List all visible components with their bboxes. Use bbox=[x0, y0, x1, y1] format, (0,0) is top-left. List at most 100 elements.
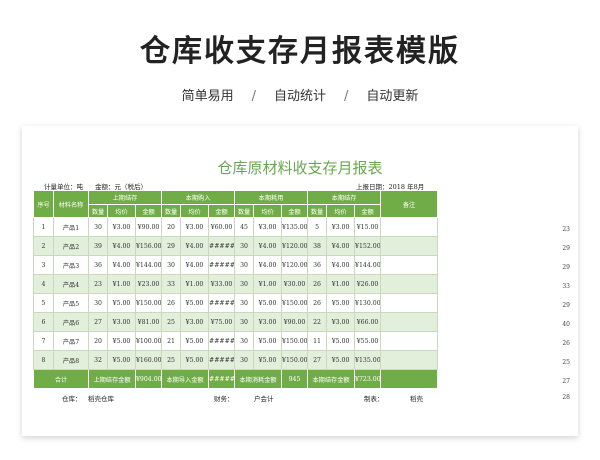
table-cell[interactable]: ¥90.00 bbox=[134, 217, 163, 237]
table-cell[interactable]: ¥120.00 bbox=[281, 236, 309, 256]
table-cell[interactable]: ¥26.00 bbox=[354, 274, 382, 294]
table-cell[interactable]: ¥5.00 bbox=[326, 350, 356, 370]
table-cell[interactable]: ¥100.00 bbox=[134, 331, 163, 351]
table-cell[interactable]: 39 bbox=[88, 236, 108, 256]
table-cell[interactable]: 产品8 bbox=[53, 350, 89, 370]
table-cell[interactable]: ¥150.00 bbox=[134, 293, 163, 313]
table-cell[interactable]: ¥5.00 bbox=[253, 293, 283, 313]
table-cell[interactable] bbox=[380, 255, 439, 275]
table-cell[interactable]: 30 bbox=[234, 331, 255, 351]
table-cell[interactable]: ¥1.00 bbox=[180, 274, 210, 294]
table-cell[interactable]: 产品5 bbox=[53, 293, 89, 313]
table-cell[interactable]: ######## bbox=[208, 350, 236, 370]
table-cell[interactable]: 30 bbox=[88, 293, 108, 313]
table-cell[interactable]: 45 bbox=[234, 217, 255, 237]
table-cell[interactable]: 产品2 bbox=[53, 236, 89, 256]
table-cell[interactable]: ¥135.00 bbox=[281, 217, 309, 237]
table-cell[interactable]: ¥5.00 bbox=[326, 331, 356, 351]
table-cell[interactable]: 20 bbox=[161, 217, 182, 237]
table-cell[interactable]: ¥5.00 bbox=[253, 350, 283, 370]
table-cell[interactable]: ######## bbox=[208, 293, 236, 313]
table-cell[interactable]: 30 bbox=[234, 255, 255, 275]
table-cell[interactable]: 29 bbox=[161, 236, 182, 256]
table-cell[interactable]: ¥3.00 bbox=[180, 217, 210, 237]
table-cell[interactable]: ¥4.00 bbox=[253, 255, 283, 275]
table-cell[interactable]: ¥5.00 bbox=[180, 331, 210, 351]
table-cell[interactable]: ¥3.00 bbox=[107, 312, 136, 332]
table-cell[interactable]: ¥5.00 bbox=[107, 350, 136, 370]
table-cell[interactable]: ¥5.00 bbox=[326, 293, 356, 313]
table-cell[interactable]: 21 bbox=[161, 331, 182, 351]
table-cell[interactable]: ¥4.00 bbox=[180, 255, 210, 275]
table-cell[interactable]: 36 bbox=[307, 255, 328, 275]
table-cell[interactable]: ¥5.00 bbox=[180, 293, 210, 313]
table-cell[interactable]: ¥1.00 bbox=[253, 274, 283, 294]
table-cell[interactable]: 产品7 bbox=[53, 331, 89, 351]
table-cell[interactable]: ¥152.00 bbox=[354, 236, 382, 256]
table-cell[interactable]: 1 bbox=[33, 217, 54, 237]
table-cell[interactable]: ¥3.00 bbox=[180, 312, 210, 332]
table-cell[interactable]: ¥5.00 bbox=[107, 331, 136, 351]
table-cell[interactable]: ¥160.00 bbox=[134, 350, 163, 370]
table-cell[interactable]: 25 bbox=[161, 350, 182, 370]
table-cell[interactable]: 30 bbox=[234, 274, 255, 294]
table-cell[interactable]: 26 bbox=[307, 274, 328, 294]
table-cell[interactable]: ¥33.00 bbox=[208, 274, 236, 294]
table-cell[interactable]: 26 bbox=[307, 293, 328, 313]
table-cell[interactable]: ¥4.00 bbox=[326, 236, 356, 256]
table-cell[interactable]: ¥135.00 bbox=[354, 350, 382, 370]
table-cell[interactable]: ¥66.00 bbox=[354, 312, 382, 332]
table-cell[interactable]: ######## bbox=[208, 331, 236, 351]
table-cell[interactable]: 33 bbox=[161, 274, 182, 294]
table-cell[interactable]: 32 bbox=[88, 350, 108, 370]
table-cell[interactable]: ¥150.00 bbox=[281, 331, 309, 351]
table-cell[interactable]: ¥156.00 bbox=[134, 236, 163, 256]
table-cell[interactable]: 5 bbox=[307, 217, 328, 237]
table-cell[interactable] bbox=[380, 293, 439, 313]
table-cell[interactable]: ¥150.00 bbox=[281, 350, 309, 370]
table-cell[interactable]: ¥60.00 bbox=[208, 217, 236, 237]
table-cell[interactable]: ¥3.00 bbox=[107, 217, 136, 237]
table-cell[interactable]: 30 bbox=[234, 293, 255, 313]
table-cell[interactable]: ¥1.00 bbox=[107, 274, 136, 294]
table-cell[interactable]: ¥120.00 bbox=[281, 255, 309, 275]
table-cell[interactable]: ¥4.00 bbox=[326, 255, 356, 275]
table-cell[interactable] bbox=[380, 331, 439, 351]
table-cell[interactable]: ¥3.00 bbox=[253, 312, 283, 332]
table-cell[interactable]: 27 bbox=[307, 350, 328, 370]
table-cell[interactable]: ¥5.00 bbox=[107, 293, 136, 313]
table-cell[interactable]: 27 bbox=[88, 312, 108, 332]
table-cell[interactable]: ######## bbox=[208, 255, 236, 275]
table-cell[interactable]: 产品1 bbox=[53, 217, 89, 237]
table-cell[interactable]: ¥4.00 bbox=[107, 255, 136, 275]
table-cell[interactable] bbox=[380, 236, 439, 256]
table-cell[interactable]: ¥90.00 bbox=[281, 312, 309, 332]
table-cell[interactable]: 3 bbox=[33, 255, 54, 275]
table-cell[interactable]: ¥1.00 bbox=[326, 274, 356, 294]
table-cell[interactable]: ¥4.00 bbox=[107, 236, 136, 256]
table-cell[interactable] bbox=[380, 350, 439, 370]
table-cell[interactable]: 36 bbox=[88, 255, 108, 275]
table-cell[interactable]: 产品6 bbox=[53, 312, 89, 332]
table-cell[interactable]: ¥144.00 bbox=[134, 255, 163, 275]
table-cell[interactable]: ¥4.00 bbox=[253, 236, 283, 256]
table-cell[interactable]: ¥55.00 bbox=[354, 331, 382, 351]
table-cell[interactable]: 20 bbox=[88, 331, 108, 351]
table-cell[interactable]: 26 bbox=[161, 293, 182, 313]
table-cell[interactable]: ¥81.00 bbox=[134, 312, 163, 332]
table-cell[interactable]: 30 bbox=[161, 255, 182, 275]
table-cell[interactable]: 22 bbox=[307, 312, 328, 332]
table-cell[interactable]: 5 bbox=[33, 293, 54, 313]
table-cell[interactable]: 30 bbox=[234, 236, 255, 256]
table-cell[interactable]: 产品4 bbox=[53, 274, 89, 294]
table-cell[interactable]: 38 bbox=[307, 236, 328, 256]
table-cell[interactable]: ######## bbox=[208, 236, 236, 256]
table-cell[interactable]: ¥144.00 bbox=[354, 255, 382, 275]
table-cell[interactable]: 2 bbox=[33, 236, 54, 256]
table-cell[interactable]: 6 bbox=[33, 312, 54, 332]
table-cell[interactable] bbox=[380, 312, 439, 332]
table-cell[interactable]: 30 bbox=[88, 217, 108, 237]
table-cell[interactable]: ¥5.00 bbox=[180, 350, 210, 370]
table-cell[interactable]: 4 bbox=[33, 274, 54, 294]
table-cell[interactable] bbox=[380, 274, 439, 294]
